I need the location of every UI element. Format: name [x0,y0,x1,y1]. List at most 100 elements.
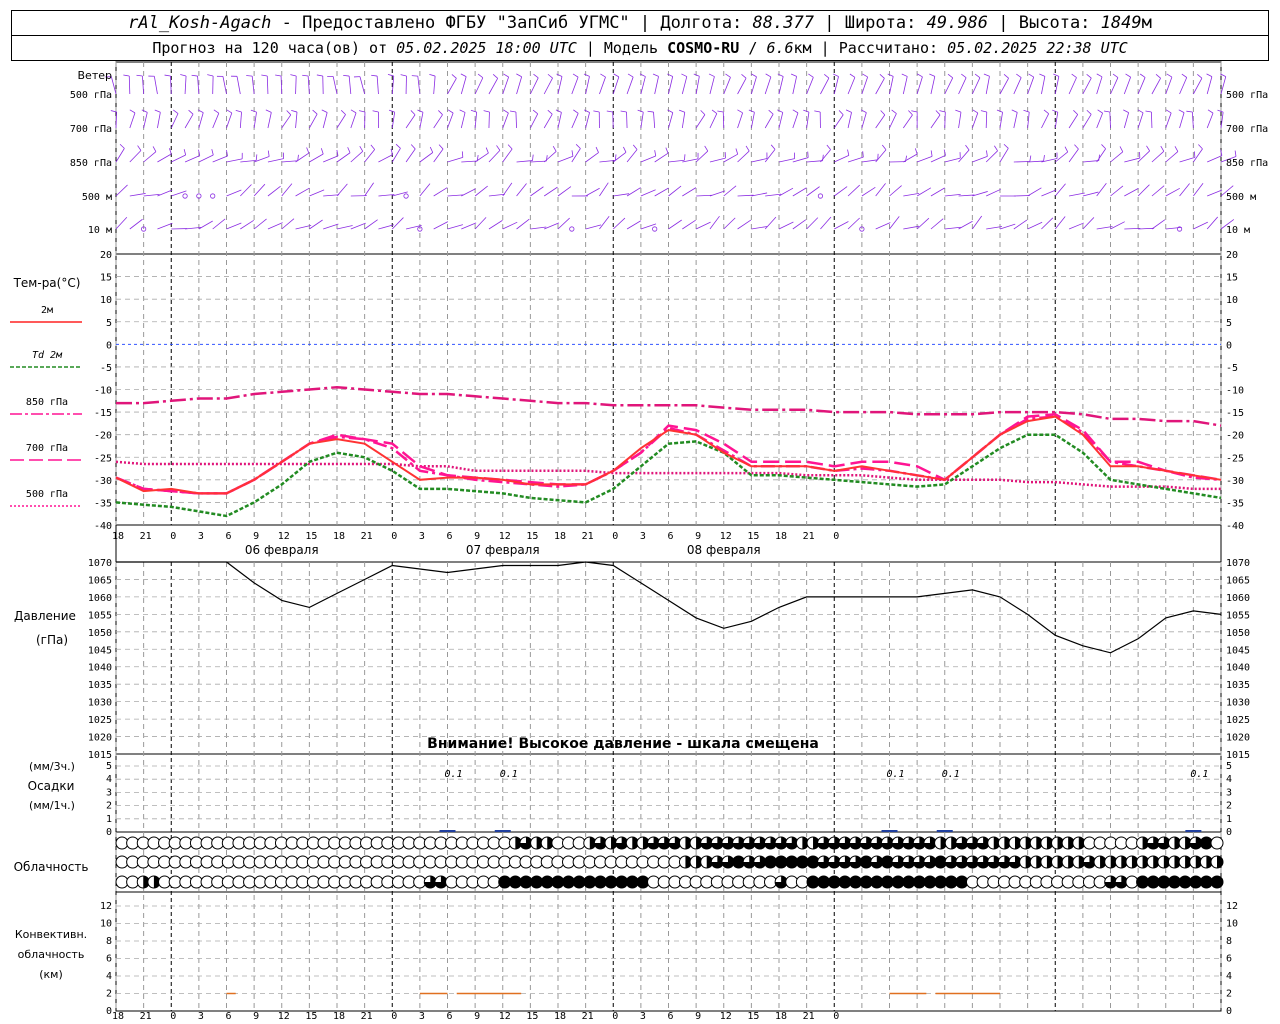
wind-barb [709,215,720,230]
wind-barb [875,149,887,163]
wind-barb-feather [141,109,148,113]
wind-barb-feather [632,144,638,150]
precip-ytick: 2 [106,801,112,812]
hour-label-top: 9 [695,531,701,542]
precip-value-label: 0.1 [444,769,462,780]
wind-level-label-right: 500 гПа [1226,90,1268,101]
wind-barb-feather [429,146,434,153]
wind-barb [295,224,312,230]
hour-label-top: 15 [747,531,759,542]
wind-barb-feather [129,109,136,114]
wind-barb [364,182,374,197]
wind-barb-feather [347,147,351,153]
wind-level-label: 850 гПа [70,158,112,169]
wind-barb [640,76,646,95]
wind-barb-feather [879,74,885,79]
hour-label-top: 9 [474,531,480,542]
wind-barb [433,76,436,95]
wind-barb [212,113,220,129]
wind-barb-feather [777,109,783,113]
wind-barb [820,149,831,163]
wind-barb [240,184,252,197]
wind-barb [1109,111,1111,129]
wind-barb-feather [665,147,669,154]
wind-barb-feather [188,109,194,115]
wind-barb [861,186,876,197]
wind-barb-feather [947,73,953,79]
precip-ytick-right: 2 [1226,801,1232,812]
wind-barb [267,222,283,230]
wind-barb-feather [1064,146,1069,153]
wind-barb [226,158,243,163]
wind-barb [1013,112,1018,129]
wind-barb [530,77,539,95]
wind-barb [958,77,967,95]
wind-barb [1082,114,1092,129]
temp-ytick-right: 15 [1226,273,1238,284]
wind-barb [309,189,325,197]
wind-barb [447,112,454,129]
wind-barb [1179,157,1196,163]
wind-barb-feather [207,74,214,77]
wind-barb [447,194,464,197]
wind-level-label-right: 850 гПа [1226,158,1268,169]
hour-label-top: 0 [612,531,618,542]
wind-barb [267,185,281,197]
wind-barb-feather [808,73,814,78]
conv-ytick: 8 [106,936,112,947]
wind-barb-feather [652,73,659,77]
wind-barb [1165,226,1182,230]
wind-barb [295,152,310,163]
wind-barb [1013,77,1022,95]
wind-barb-feather [583,73,590,77]
wind-barb-feather [286,110,292,116]
wind-barb-feather [370,144,375,150]
conv-panel-subtitle: облачность [18,948,85,961]
wind-barb-feather [1217,109,1224,113]
wind-barb-feather [613,73,620,78]
wind-barb-feather [1198,144,1203,150]
wind-barb [115,216,128,230]
wind-barb [834,155,849,163]
wind-barb [737,150,750,163]
wind-barb [516,76,523,95]
pressure-ytick-right: 1030 [1226,698,1250,709]
wind-barb [1110,77,1119,95]
hour-label-bottom: 12 [720,1011,732,1022]
wind-barb [875,114,886,129]
wind-barb [376,76,379,95]
wind-barb-feather [700,110,706,115]
wind-barb [323,155,339,163]
temp-ytick-right: -20 [1226,431,1244,442]
wind-barb-feather [572,73,579,78]
wind-barb [488,220,503,230]
wind-barb [226,222,242,230]
temp-ytick-right: -40 [1226,521,1244,532]
precip-panel-title: Осадки [28,779,75,793]
hour-label-top: 18 [775,531,787,542]
wind-barb [530,160,547,163]
wind-barb [1123,77,1131,95]
wind-barb [875,222,891,230]
wind-barb [599,76,606,95]
wind-barb-feather [803,109,810,113]
wind-barb [1110,185,1124,197]
wind-barb [433,187,448,197]
wind-barb-feather [438,144,444,150]
wind-barb [875,183,886,197]
pressure-ytick-right: 1025 [1226,715,1250,726]
wind-barb-feather [955,109,962,113]
wind-barb-feather [235,109,242,113]
wind-barb-feather [606,110,613,113]
precip-bar [1185,830,1202,832]
wind-barb [681,76,688,95]
wind-barb [585,152,599,163]
wind-barb [723,153,738,163]
precip-value-label: 0.1 [942,769,960,780]
wind-barb [516,183,527,197]
wind-panel-title: Ветер [78,69,112,82]
hour-label-top: 0 [170,531,176,542]
wind-barb [1082,77,1092,95]
wind-barb-feather [600,73,606,78]
precip-ytick: 5 [106,761,112,772]
